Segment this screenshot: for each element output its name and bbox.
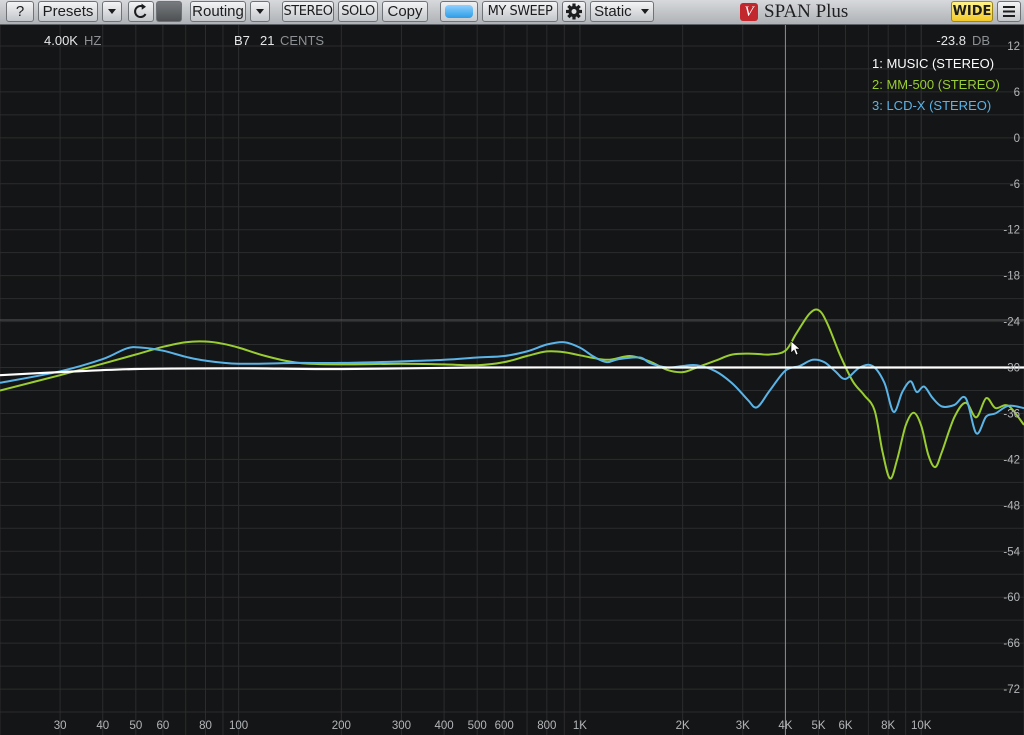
level-value: -23.8 <box>936 33 966 48</box>
brand-name: SPAN Plus <box>764 1 849 22</box>
cents-value: 21 <box>260 33 274 48</box>
brand: V SPAN Plus <box>740 0 848 24</box>
frequency-tick-label: 6K <box>838 720 852 732</box>
gear-icon <box>566 3 582 20</box>
sweep-enable-toggle[interactable] <box>440 1 478 22</box>
help-button[interactable]: ? <box>6 1 34 22</box>
db-tick-label: -36 <box>1003 408 1020 420</box>
toolbar: ? Presets Routing STEREO SOLO Copy MY SW… <box>0 0 1024 25</box>
frequency-tick-label: 10K <box>911 720 932 732</box>
frequency-tick-label: 2K <box>676 720 690 732</box>
chevron-down-icon <box>108 9 116 14</box>
frequency-tick-label: 500 <box>468 720 487 732</box>
frequency-tick-label: 80 <box>199 720 212 732</box>
cents-unit: CENTS <box>280 33 324 48</box>
solo-button[interactable]: SOLO <box>338 1 378 22</box>
db-tick-label: -30 <box>1003 363 1020 375</box>
legend-item-music[interactable]: 1: MUSIC (STEREO) <box>872 56 994 71</box>
sweep-button[interactable]: MY SWEEP <box>482 1 558 22</box>
legend: 1: MUSIC (STEREO) 2: MM-500 (STEREO) 3: … <box>872 56 1000 113</box>
frequency-tick-label: 4K <box>778 720 792 732</box>
frequency-tick-label: 3K <box>736 720 750 732</box>
frequency-tick-label: 200 <box>332 720 351 732</box>
routing-dropdown-button[interactable] <box>250 1 270 22</box>
reset-icon <box>134 3 147 19</box>
frequency-tick-label: 50 <box>129 720 142 732</box>
chevron-down-icon <box>640 9 649 14</box>
frequency-tick-label: 300 <box>392 720 411 732</box>
settings-button[interactable] <box>562 1 586 22</box>
db-tick-label: 6 <box>1014 87 1020 99</box>
brand-logo: V <box>740 3 758 21</box>
db-tick-label: -54 <box>1003 546 1020 558</box>
frequency-unit: HZ <box>84 33 101 48</box>
db-tick-label: -24 <box>1003 317 1020 329</box>
db-tick-label: -66 <box>1003 638 1020 650</box>
frequency-tick-label: 60 <box>156 720 169 732</box>
compare-button[interactable] <box>156 1 182 22</box>
copy-button[interactable]: Copy <box>382 1 428 22</box>
db-tick-label: -12 <box>1003 225 1020 237</box>
note-name: B7 <box>234 33 250 48</box>
db-tick-label: -60 <box>1003 592 1020 604</box>
db-tick-label: -6 <box>1010 179 1020 191</box>
legend-item-mm500[interactable]: 2: MM-500 (STEREO) <box>872 77 1000 92</box>
hamburger-menu-icon <box>1003 6 1015 17</box>
wide-button[interactable]: WIDE <box>951 1 993 22</box>
mode-select-value: Static <box>594 3 632 20</box>
presets-button[interactable]: Presets <box>38 1 98 22</box>
level-unit: DB <box>972 33 990 48</box>
db-tick-label: 12 <box>1007 41 1020 53</box>
reset-button[interactable] <box>128 1 154 22</box>
legend-item-lcdx[interactable]: 3: LCD-X (STEREO) <box>872 98 991 113</box>
frequency-tick-label: 40 <box>96 720 109 732</box>
frequency-tick-label: 1K <box>573 720 587 732</box>
presets-dropdown-button[interactable] <box>102 1 122 22</box>
frequency-tick-label: 600 <box>495 720 514 732</box>
frequency-tick-label: 800 <box>537 720 556 732</box>
frequency-tick-label: 30 <box>54 720 67 732</box>
frequency-tick-label: 100 <box>229 720 248 732</box>
db-tick-label: -72 <box>1003 684 1020 696</box>
routing-button[interactable]: Routing <box>190 1 246 22</box>
chevron-down-icon <box>256 9 264 14</box>
frequency-tick-label: 8K <box>881 720 895 732</box>
frequency-tick-label: 5K <box>811 720 825 732</box>
db-tick-label: -18 <box>1003 271 1020 283</box>
db-tick-label: -42 <box>1003 454 1020 466</box>
db-tick-label: -48 <box>1003 500 1020 512</box>
stereo-button[interactable]: STEREO <box>282 1 334 22</box>
frequency-tick-label: 400 <box>434 720 453 732</box>
db-tick-label: 0 <box>1014 133 1020 145</box>
mode-select[interactable]: Static <box>590 1 654 22</box>
menu-button[interactable] <box>997 1 1021 22</box>
spectrum-analyzer[interactable]: 1260-6-12-18-24-30-36-42-48-54-60-66-72 … <box>0 0 1024 735</box>
frequency-value: 4.00K <box>44 33 78 48</box>
